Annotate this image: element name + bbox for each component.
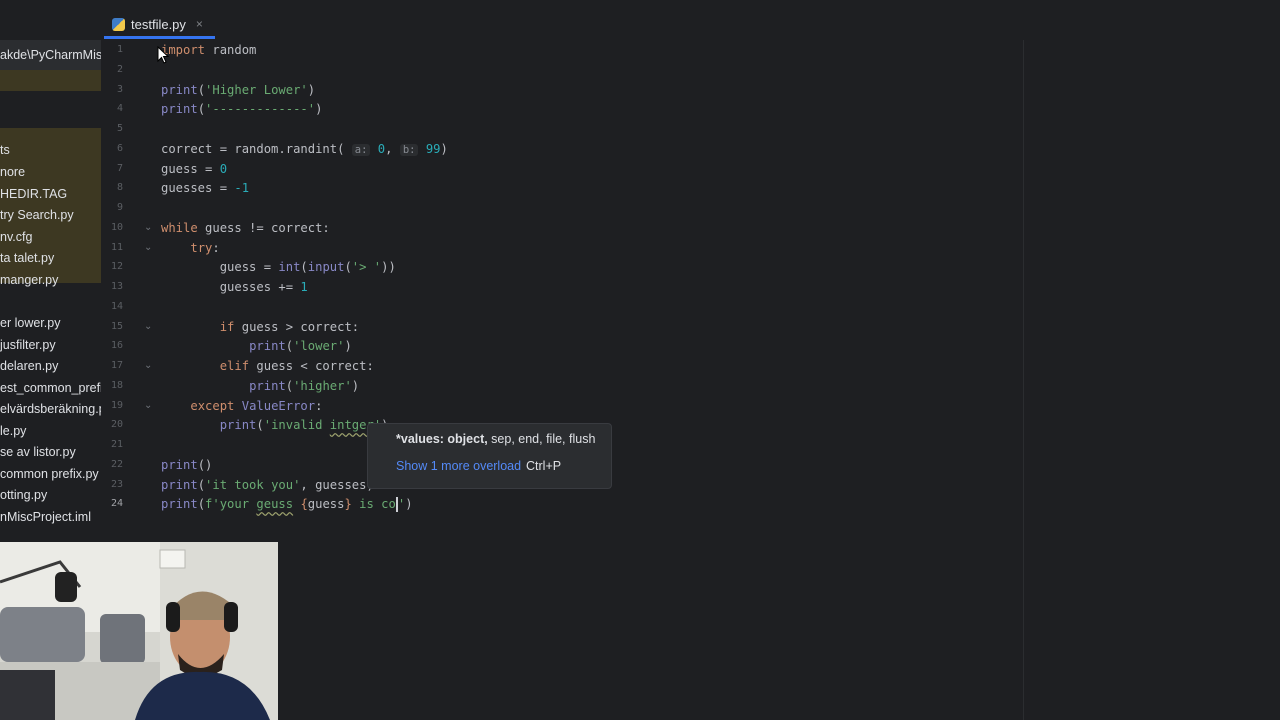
line-number: 2 <box>116 63 123 75</box>
code-line: if guess > correct: <box>219 319 360 334</box>
code-line: while guess != correct: <box>161 220 330 235</box>
project-tree-item[interactable]: nore <box>0 162 101 183</box>
code-line: print('higher') <box>249 378 360 393</box>
fold-icon[interactable]: ⌄ <box>144 218 152 238</box>
editor-tab-bar: testfile.py × <box>0 0 1280 41</box>
line-number: 22 <box>110 458 123 470</box>
line-number: 18 <box>110 379 123 391</box>
popup-signature-rest: sep, end, file, flush <box>487 432 596 446</box>
project-tree-item[interactable]: jusfilter.py <box>0 335 101 356</box>
fold-icon[interactable]: ⌄ <box>144 396 152 416</box>
line-number: 23 <box>110 478 123 490</box>
project-tree-item[interactable]: est_common_prefi <box>0 378 101 399</box>
project-tree-item[interactable]: nMiscProject.iml <box>0 507 101 528</box>
code-line: print('it took you', guesses) <box>161 477 374 492</box>
project-tree-item[interactable]: manger.py <box>0 270 101 291</box>
project-root-path[interactable]: akde\PyCharmMis <box>0 40 101 70</box>
line-number: 13 <box>110 281 123 292</box>
code-line: guess = 0 <box>161 161 228 176</box>
line-number: 10 <box>110 221 123 233</box>
code-line: print(f'your geuss {guess} is co ') <box>161 497 413 513</box>
show-more-overload-link[interactable]: Show 1 more overload <box>396 459 521 473</box>
line-number: 3 <box>116 83 123 95</box>
code-editor[interactable]: import random print('Higher Lower') print(… <box>159 40 1280 720</box>
project-tree-item[interactable]: common prefix.py <box>0 464 101 485</box>
line-number: 1 <box>116 44 123 55</box>
line-number: 20 <box>110 419 123 431</box>
project-tree-item[interactable]: nv.cfg <box>0 227 101 248</box>
code-line: correct = random.randint( a: 0, b: 99) <box>161 141 448 156</box>
line-number: 21 <box>110 439 123 450</box>
project-tree-item[interactable]: HEDIR.TAG <box>0 184 101 205</box>
fold-icon[interactable]: ⌄ <box>144 238 152 258</box>
python-file-icon <box>112 17 125 31</box>
code-line: import random <box>161 43 257 57</box>
line-number: 15 <box>110 320 123 332</box>
code-line: except ValueError: <box>190 398 323 413</box>
line-number: 6 <box>116 142 123 154</box>
parameter-info-popup: *values: object, sep, end, file, flush S… <box>367 423 612 489</box>
active-tab-indicator <box>104 36 215 39</box>
project-tree-item[interactable]: se av listor.py <box>0 442 101 463</box>
popup-shortcut: Ctrl+P <box>526 459 562 473</box>
code-line: guess = int(input('> ')) <box>161 260 396 275</box>
code-line: print('lower') <box>249 339 352 354</box>
project-tree-item[interactable] <box>0 528 101 542</box>
fold-icon[interactable]: ⌄ <box>144 356 152 376</box>
code-line: guesses = -1 <box>161 181 250 196</box>
line-number-gutter: 1 2 3 4 5 6 7 8 9 10 ⌄ 11 ⌄ 12 13 14 15 ⌄ 16 17 ⌄ 18 19 ⌄ 20 21 22… <box>101 40 159 542</box>
code-line: print('Higher Lower') <box>161 82 316 97</box>
fold-icon[interactable]: ⌄ <box>144 317 152 337</box>
project-tree-item[interactable]: le.py <box>0 421 101 442</box>
project-tree-item[interactable]: ta talet.py <box>0 248 101 269</box>
project-tree-item[interactable]: otting.py <box>0 485 101 506</box>
code-line: print() <box>161 457 213 472</box>
line-number: 19 <box>110 399 123 411</box>
line-number: 16 <box>110 340 123 352</box>
right-margin-guide <box>1023 40 1024 720</box>
line-number: 4 <box>116 103 123 115</box>
mouse-pointer-icon <box>157 46 169 64</box>
code-line: print('invalid intger') <box>219 418 389 433</box>
line-number: 14 <box>110 300 123 312</box>
project-tree-item[interactable]: ts <box>0 140 101 161</box>
line-number: 24 <box>110 498 123 510</box>
code-line: guesses += 1 <box>161 280 308 294</box>
popup-signature-bold: *values: object, <box>396 432 488 446</box>
line-number: 8 <box>116 182 123 194</box>
line-number: 12 <box>110 261 123 273</box>
line-number: 9 <box>116 202 123 213</box>
close-icon[interactable]: × <box>196 17 203 31</box>
line-number: 5 <box>116 123 123 134</box>
line-number: 17 <box>110 360 123 371</box>
popup-signature: *values: object, sep, end, file, flush <box>396 432 595 446</box>
line-number: 7 <box>116 162 123 174</box>
project-tree-item[interactable]: delaren.py <box>0 356 101 377</box>
project-tree-item[interactable]: er lower.py <box>0 313 101 334</box>
code-line: elif guess < correct: <box>219 359 374 373</box>
project-tree-item[interactable]: elvärdsberäkning.p <box>0 399 101 420</box>
project-tool-window: akde\PyCharmMis ts nore HEDIR.TAG try Searc… <box>0 40 101 542</box>
line-number: 11 <box>110 241 123 253</box>
code-line: try: <box>190 240 220 255</box>
code-line: print('-------------') <box>161 102 323 117</box>
webcam-overlay <box>0 542 278 720</box>
project-tree-item[interactable]: try Search.py <box>0 205 101 226</box>
tab-label: testfile.py <box>131 16 186 32</box>
webcam-image <box>0 542 278 720</box>
